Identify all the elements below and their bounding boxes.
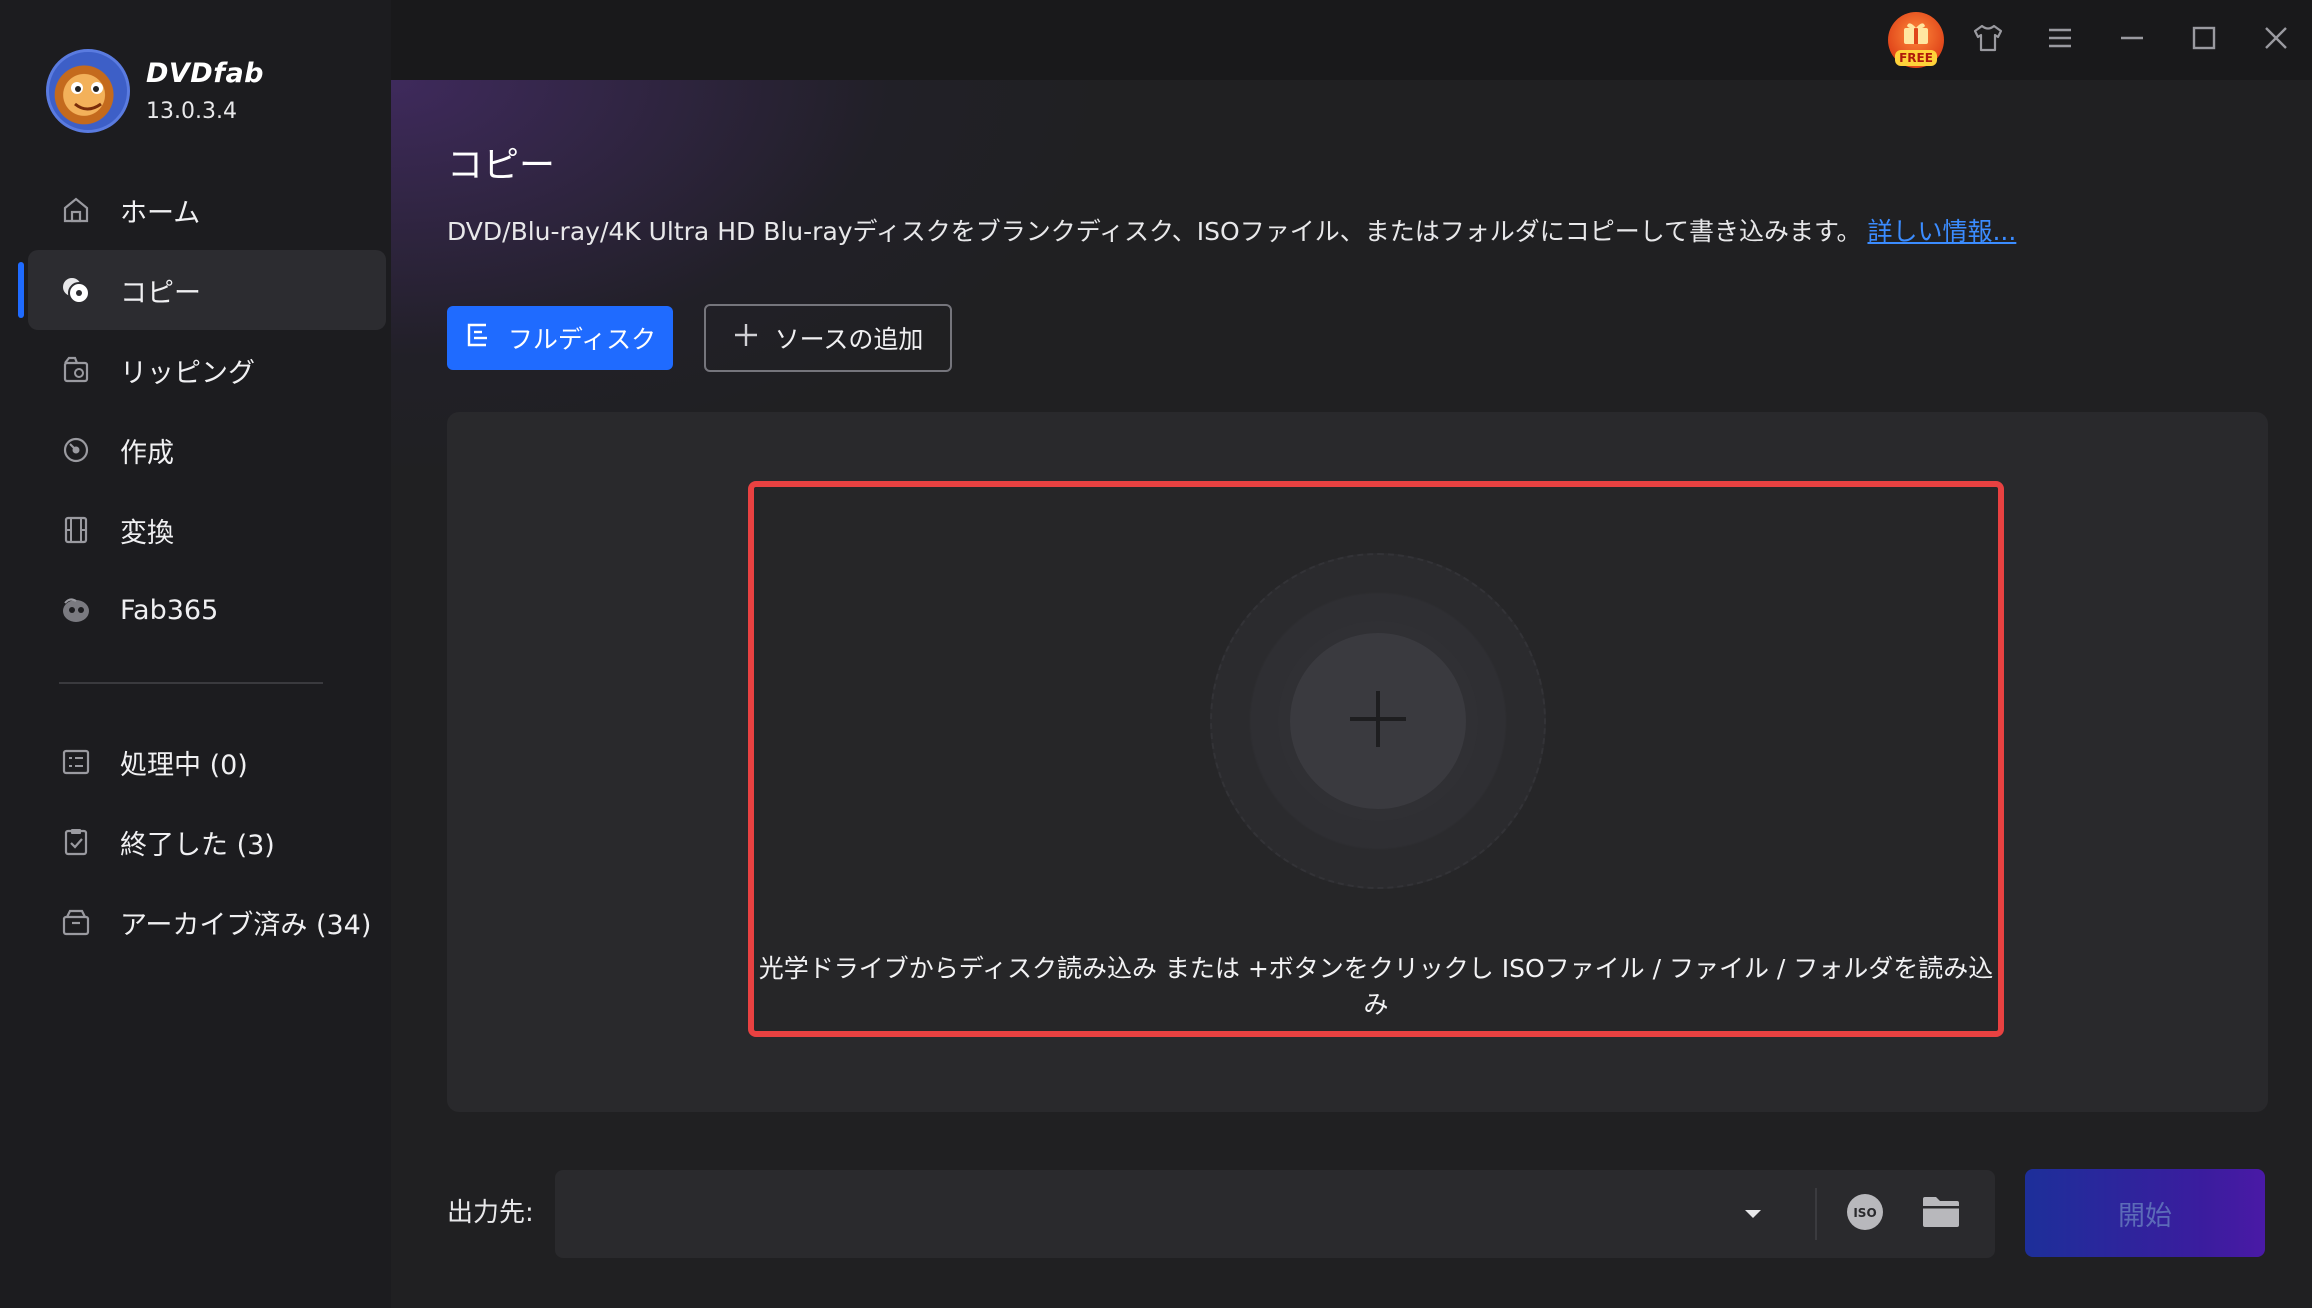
- processing-icon: [60, 746, 92, 778]
- page-title: コピー: [447, 145, 556, 186]
- close-button[interactable]: [2240, 4, 2312, 76]
- dvdfab-logo-icon: [46, 49, 130, 133]
- maximize-button[interactable]: [2168, 4, 2240, 76]
- sidebar-item-copy[interactable]: コピー: [0, 250, 391, 330]
- output-label: 出力先:: [447, 1198, 534, 1228]
- full-disc-icon: [464, 321, 492, 355]
- drop-hint-text: 光学ドライブからディスク読み込み または +ボタンをクリックし ISOファイル …: [758, 954, 1994, 1019]
- drop-zone[interactable]: 光学ドライブからディスク読み込み または +ボタンをクリックし ISOファイル …: [748, 481, 2004, 1037]
- output-path-input[interactable]: [555, 1170, 1795, 1258]
- full-disc-button[interactable]: フルディスク: [447, 306, 673, 370]
- app-version: 13.0.3.4: [146, 99, 237, 124]
- skin-button[interactable]: [1952, 4, 2024, 76]
- plus-icon: [733, 322, 759, 354]
- sidebar-item-label: 終了した (3): [120, 829, 275, 861]
- sidebar-item-ripper[interactable]: リッピング: [0, 330, 391, 410]
- sidebar-item-home[interactable]: ホーム: [0, 170, 391, 250]
- large-plus-icon: [1346, 687, 1410, 755]
- title-bar: FREE: [391, 0, 2312, 80]
- converter-icon: [60, 514, 92, 546]
- sidebar-item-label: 作成: [120, 437, 174, 469]
- sidebar-item-fab365[interactable]: Fab365: [0, 570, 391, 650]
- home-icon: [60, 194, 92, 226]
- sidebar-item-label: 処理中 (0): [120, 749, 248, 781]
- add-source-label: ソースの追加: [774, 325, 924, 354]
- description-text: DVD/Blu-ray/4K Ultra HD Blu-rayディスクをブランク…: [447, 217, 1862, 246]
- sidebar-item-label: 変換: [120, 517, 174, 549]
- folder-icon: [1921, 1195, 1961, 1233]
- main-content: コピー DVD/Blu-ray/4K Ultra HD Blu-rayディスクを…: [391, 80, 2312, 1308]
- minimize-button[interactable]: [2096, 4, 2168, 76]
- archive-icon: [60, 906, 92, 938]
- page-description: DVD/Blu-ray/4K Ultra HD Blu-rayディスクをブランク…: [447, 212, 2016, 248]
- minimize-icon: [2118, 26, 2146, 54]
- output-divider: [1815, 1188, 1817, 1240]
- sidebar-item-finished[interactable]: 終了した (3): [0, 802, 391, 882]
- gift-icon: FREE: [1888, 12, 1944, 68]
- sidebar-item-processing[interactable]: 処理中 (0): [0, 722, 391, 802]
- close-icon: [2262, 24, 2290, 56]
- sidebar-item-label: コピー: [120, 277, 201, 309]
- fab365-icon: [60, 594, 92, 626]
- sidebar-item-converter[interactable]: 変換: [0, 490, 391, 570]
- tshirt-icon: [1972, 23, 2004, 57]
- creator-icon: [60, 434, 92, 466]
- output-dropdown-button[interactable]: [1737, 1198, 1769, 1230]
- ripper-icon: [60, 354, 92, 386]
- maximize-icon: [2190, 24, 2218, 56]
- add-source-button[interactable]: ソースの追加: [704, 304, 952, 372]
- copy-disc-icon: [60, 274, 92, 306]
- free-offer-button[interactable]: FREE: [1880, 4, 1952, 76]
- app-name: DVDfab: [146, 58, 265, 89]
- sidebar: DVDfab 13.0.3.4 ホーム コピー リッピング 作成 変換 Fab3…: [0, 0, 391, 1308]
- sidebar-item-label: アーカイブ済み (34): [120, 909, 372, 941]
- brand: DVDfab 13.0.3.4: [46, 46, 264, 136]
- sidebar-item-label: Fab365: [120, 594, 219, 626]
- menu-button[interactable]: [2024, 4, 2096, 76]
- sidebar-item-archived[interactable]: アーカイブ済み (34): [0, 882, 391, 962]
- iso-output-button[interactable]: ISO: [1843, 1192, 1887, 1236]
- finished-icon: [60, 826, 92, 858]
- iso-icon: ISO: [1845, 1192, 1885, 1236]
- start-button[interactable]: 開始: [2025, 1169, 2265, 1257]
- sidebar-item-creator[interactable]: 作成: [0, 410, 391, 490]
- sidebar-nav: ホーム コピー リッピング 作成 変換 Fab365 処理中 (0) 終了した …: [0, 170, 391, 962]
- more-info-link[interactable]: 詳しい情報...: [1867, 217, 2016, 246]
- add-file-button[interactable]: [1278, 621, 1478, 821]
- sidebar-divider: [59, 682, 323, 684]
- full-disc-label: フルディスク: [507, 325, 657, 354]
- output-selector: ISO: [555, 1170, 1995, 1258]
- hamburger-icon: [2046, 26, 2074, 54]
- source-drop-panel: 光学ドライブからディスク読み込み または +ボタンをクリックし ISOファイル …: [447, 412, 2268, 1112]
- caret-down-icon: [1743, 1205, 1763, 1224]
- sidebar-item-label: リッピング: [120, 357, 255, 389]
- sidebar-item-label: ホーム: [120, 197, 201, 229]
- folder-output-button[interactable]: [1919, 1192, 1963, 1236]
- free-badge-label: FREE: [1895, 50, 1937, 66]
- iso-icon-label: ISO: [1853, 1206, 1876, 1220]
